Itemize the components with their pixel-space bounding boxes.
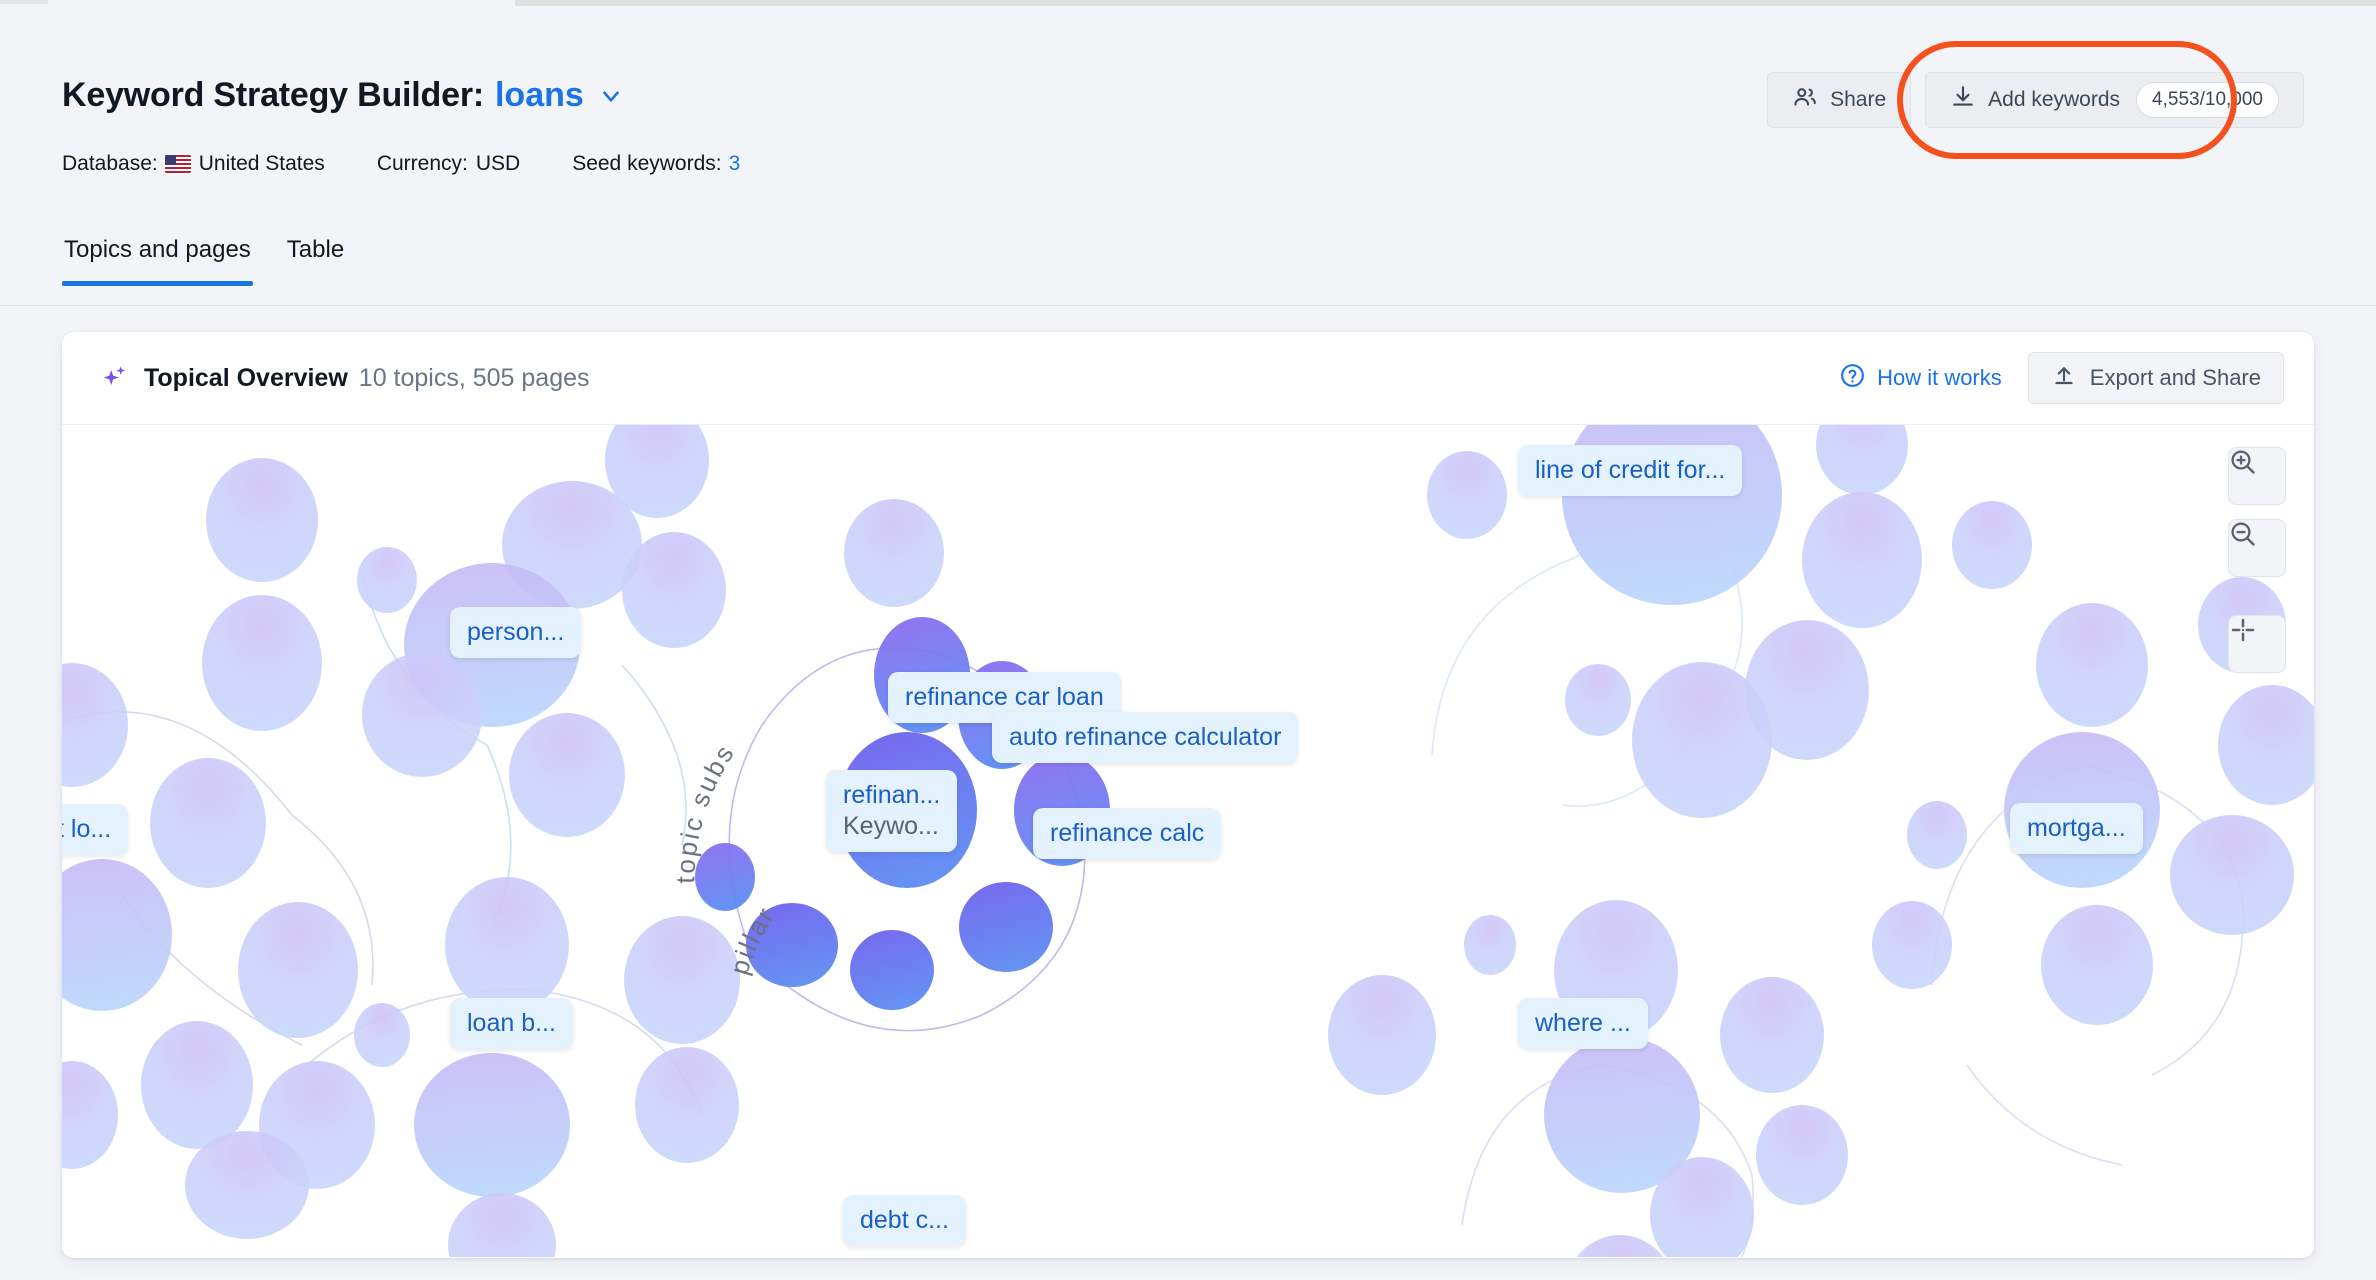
tab-bar-divider: [0, 305, 2376, 306]
meta-database-label: Database:: [62, 152, 158, 175]
zoom-out-control: [2228, 519, 2286, 577]
node-label-auto-refinance-calculator[interactable]: auto refinance calculator: [992, 712, 1299, 763]
node-label-text: refinance calc: [1050, 819, 1205, 847]
node-label-refinance-keyword[interactable]: refinan... Keywo...: [826, 770, 958, 852]
meta-seed-value[interactable]: 3: [729, 152, 741, 176]
meta-currency-label: Currency:: [376, 152, 468, 175]
ai-sparkle-icon: [100, 363, 130, 393]
question-circle-icon: [1839, 362, 1866, 395]
zoom-in-control: [2228, 447, 2286, 505]
meta-seed-label: Seed keywords:: [572, 152, 722, 175]
zoom-in-button[interactable]: [2228, 447, 2286, 505]
tab-bar: Topics and pages Table: [62, 236, 346, 286]
keyword-quota-badge: 4,553/10,000: [2136, 82, 2279, 118]
page-title-prefix: Keyword Strategy Builder:: [62, 76, 484, 114]
node-label-subtext: Keywo...: [843, 812, 939, 840]
how-it-works-label: How it works: [1877, 365, 2002, 390]
export-and-share-label: Export and Share: [2089, 365, 2261, 390]
node-label-text: t lo...: [62, 815, 112, 843]
node-label-best-loan[interactable]: t lo...: [62, 804, 129, 855]
meta-database-value: United States: [198, 152, 325, 175]
page-header: Keyword Strategy Builder: loans Database…: [0, 0, 2376, 306]
add-keywords-button[interactable]: Add keywords 4,553/10,000: [1925, 72, 2304, 128]
card-header: Topical Overview 10 topics, 505 pages Ho…: [62, 332, 2314, 425]
app-root: Keyword Strategy Builder: loans Database…: [0, 0, 2376, 1280]
node-label-text: where ...: [1535, 1009, 1631, 1037]
node-label-debt-c[interactable]: debt c...: [843, 1195, 966, 1246]
fit-to-screen-button[interactable]: [2228, 615, 2286, 673]
card-header-actions: How it works Export and Share: [1839, 352, 2284, 404]
users-share-icon: [1792, 84, 1818, 116]
node-label-refinance-calc[interactable]: refinance calc: [1033, 808, 1222, 859]
node-label-loan-b[interactable]: loan b...: [450, 998, 573, 1049]
share-button-label: Share: [1830, 88, 1887, 111]
node-label-text: person...: [467, 618, 565, 646]
meta-currency-value: USD: [475, 152, 521, 175]
tab-table-label: Table: [286, 236, 345, 263]
meta-seed-keywords: Seed keywords: 3: [572, 152, 740, 176]
tab-topics-and-pages[interactable]: Topics and pages: [62, 236, 253, 286]
share-button[interactable]: Share: [1767, 72, 1912, 128]
header-actions: Share Add keywords 4,553/10,000: [1767, 41, 2304, 159]
upload-icon: [2051, 362, 2077, 394]
node-label-where[interactable]: where ...: [1518, 998, 1648, 1049]
zoom-out-button[interactable]: [2228, 519, 2286, 577]
header-meta: Database: United States Currency: USD Se…: [62, 152, 740, 176]
us-flag-icon: [164, 155, 191, 173]
add-keywords-label: Add keywords: [1988, 88, 2121, 111]
node-label-text: auto refinance calculator: [1009, 723, 1282, 751]
card-title: Topical Overview: [144, 363, 348, 392]
node-label-text: loan b...: [467, 1009, 556, 1037]
card-subtitle: 10 topics, 505 pages: [358, 363, 590, 392]
topical-overview-card: Topical Overview 10 topics, 505 pages Ho…: [62, 332, 2314, 1258]
node-label-person[interactable]: person...: [450, 607, 582, 658]
fit-to-screen-control: [2228, 615, 2286, 673]
node-label-text: refinance car loan: [905, 683, 1104, 711]
meta-database: Database: United States: [62, 152, 325, 176]
node-label-text: refinan...: [843, 781, 941, 809]
download-icon: [1950, 84, 1976, 116]
node-label-mortga[interactable]: mortga...: [2010, 803, 2143, 854]
chevron-down-icon[interactable]: [598, 83, 624, 109]
node-label-text: line of credit for...: [1535, 456, 1726, 484]
meta-currency: Currency: USD: [377, 152, 520, 176]
node-label-text: debt c...: [860, 1206, 949, 1234]
add-keywords-wrap: Add keywords 4,553/10,000: [1897, 41, 2304, 159]
node-label-line-of-credit[interactable]: line of credit for...: [1518, 445, 1743, 496]
topic-graph-canvas[interactable]: topic subs pillar person... t lo... loan…: [62, 425, 2314, 1257]
tab-table[interactable]: Table: [285, 236, 346, 286]
page-title: Keyword Strategy Builder: loans: [62, 76, 624, 115]
tab-topics-and-pages-label: Topics and pages: [64, 236, 251, 263]
seed-keyword-link[interactable]: loans: [495, 76, 584, 115]
node-label-text: mortga...: [2027, 814, 2126, 842]
how-it-works-link[interactable]: How it works: [1839, 362, 2002, 395]
export-and-share-button[interactable]: Export and Share: [2027, 352, 2284, 404]
